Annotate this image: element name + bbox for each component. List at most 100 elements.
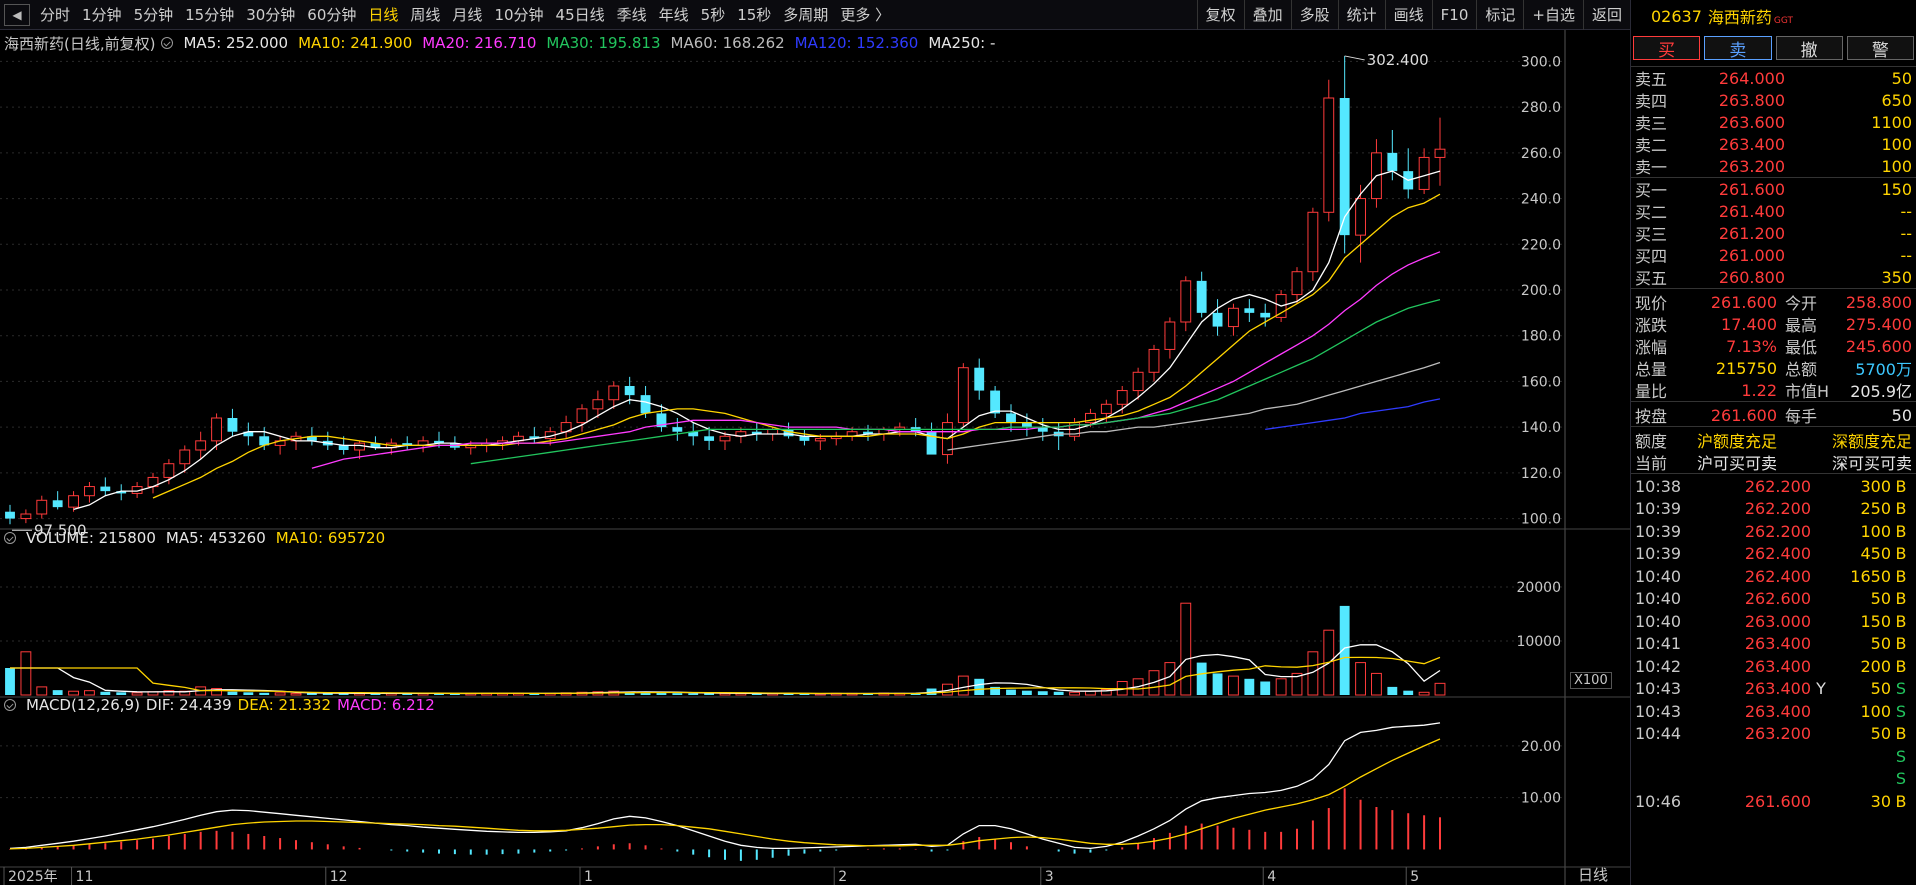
level-label: 买一: [1635, 181, 1668, 200]
bid-row[interactable]: 买三 261.200 --: [1631, 222, 1916, 245]
timeframe-tab[interactable]: 1分钟: [76, 4, 128, 25]
candle-body-up: [163, 463, 175, 478]
timeframe-tab[interactable]: 分时: [34, 4, 76, 25]
price-tick-label: 300.0: [1521, 54, 1561, 70]
tick-side: B: [1895, 521, 1907, 541]
toolbar-tool-button[interactable]: +自选: [1523, 0, 1583, 30]
current-label: 现价: [1635, 294, 1668, 313]
level-label: 卖四: [1635, 92, 1668, 111]
trade-actions: 买 卖 撤 警: [1631, 32, 1916, 66]
price-tick-label: 180.0: [1521, 329, 1561, 345]
macd-tick-label: 20.00: [1521, 739, 1561, 755]
ask-row[interactable]: 卖五 264.000 50: [1631, 67, 1916, 90]
candle-body-down: [704, 436, 715, 441]
bid-row[interactable]: 买二 261.400 --: [1631, 200, 1916, 223]
tick-price: 262.200: [1744, 521, 1811, 541]
buy-button[interactable]: 买: [1633, 36, 1701, 61]
toolbar-tool-button[interactable]: 返回: [1582, 0, 1630, 30]
amount-label: 总额: [1785, 360, 1818, 379]
tick-list[interactable]: 10:38 262.200 300 B 10:39 262.200 250 B 10:39 262…: [1631, 473, 1916, 813]
tick-side: B: [1895, 611, 1907, 631]
tick-time: 10:39: [1635, 544, 1682, 564]
timeframe-tab[interactable]: 更多 〉: [834, 4, 896, 25]
candle-body-up: [1148, 348, 1160, 373]
level-price: 261.000: [1718, 245, 1785, 265]
timeframe-tab[interactable]: 60分钟: [301, 4, 362, 25]
volume-ma10-line: [10, 656, 1441, 695]
tick-volume: 50: [1870, 724, 1891, 744]
toolbar-tool-button[interactable]: 复权: [1196, 0, 1244, 30]
tick-time: 10:40: [1635, 566, 1682, 586]
candle-body-up: [195, 440, 207, 451]
tick-side: B: [1895, 724, 1907, 744]
toolbar-tool-button[interactable]: F10: [1431, 0, 1477, 30]
timeframe-tab[interactable]: 45日线: [550, 4, 611, 25]
toolbar-tool-button[interactable]: 画线: [1384, 0, 1432, 30]
mcap-value: 205.9亿: [1850, 382, 1912, 401]
timeframe-tab[interactable]: 5秒: [695, 4, 732, 25]
bid-row[interactable]: 买五 260.800 350: [1631, 266, 1916, 289]
macd-dea-line: [9, 738, 1441, 850]
low-price: 245.600: [1845, 336, 1912, 356]
ask-row[interactable]: 卖二 263.400 100: [1631, 133, 1916, 156]
bid-row[interactable]: 买四 261.000 --: [1631, 244, 1916, 267]
candle-body-up: [1164, 321, 1176, 350]
volume-bar-down: [243, 692, 254, 695]
ask-row[interactable]: 卖三 263.600 1100: [1631, 111, 1916, 134]
level-price: 263.200: [1718, 156, 1785, 176]
ask-row[interactable]: 卖四 263.800 650: [1631, 89, 1916, 112]
timeframe-tab[interactable]: 多周期: [777, 4, 834, 25]
timeframe-tab[interactable]: 年线: [653, 4, 695, 25]
candle-body-up: [1116, 390, 1128, 405]
volume-tick-label: 10000: [1516, 634, 1561, 650]
volume-bar-up: [84, 690, 95, 696]
toolbar-tool-button[interactable]: 叠加: [1243, 0, 1291, 30]
timeframe-tab[interactable]: 10分钟: [488, 4, 549, 25]
candle-body-down: [1387, 152, 1398, 172]
timeframe-tab[interactable]: 季线: [611, 4, 653, 25]
ask-row[interactable]: 卖一 263.200 100: [1631, 155, 1916, 178]
stock-code: 02637: [1651, 6, 1702, 26]
candle-body-up: [1323, 97, 1335, 213]
bid-row[interactable]: 买一 261.600 150: [1631, 178, 1916, 201]
auction-label: 按盘: [1635, 407, 1668, 426]
macd-tick-label: 10.00: [1521, 791, 1561, 807]
alert-button[interactable]: 警: [1846, 36, 1914, 61]
candle-body-down: [990, 390, 1001, 414]
sell-button[interactable]: 卖: [1704, 36, 1772, 61]
candle-body-up: [957, 367, 969, 424]
level-label: 买二: [1635, 203, 1668, 222]
toolbar-tool-button[interactable]: 统计: [1337, 0, 1385, 30]
date-tick-label: 12: [330, 869, 348, 885]
timeframe-tab[interactable]: 15分钟: [179, 4, 240, 25]
timeframe-tab[interactable]: 15秒: [731, 4, 777, 25]
stock-chart-app: ◀ 分时 1分钟 5分钟 15分钟 30分钟 60分钟 日线 周线 月线 10分钟 45日线 季线 年线…: [0, 0, 1916, 885]
timeframe-tab[interactable]: 5分钟: [128, 4, 180, 25]
tick-row: S: [1631, 745, 1916, 768]
toolbar-tool-button[interactable]: 多股: [1290, 0, 1338, 30]
volume-bar-up: [68, 690, 79, 696]
volume-unit: X100: [1570, 672, 1612, 689]
quota-label: 额度: [1635, 432, 1668, 451]
candle-body-up: [1307, 211, 1319, 273]
volume-bar-down: [1006, 689, 1016, 695]
collapse-button[interactable]: ◀: [4, 3, 30, 26]
volume-bar-up: [290, 692, 302, 696]
candle-body-up: [767, 428, 779, 435]
tick-price: 262.200: [1744, 499, 1811, 519]
volume-bar-up: [20, 651, 32, 696]
high-label: 最高: [1785, 316, 1818, 335]
open-price: 258.800: [1845, 292, 1912, 312]
candle-body-up: [608, 385, 620, 401]
tick-row: 10:39 262.200 100 B: [1631, 520, 1916, 543]
cancel-order-button[interactable]: 撤: [1775, 36, 1843, 61]
timeframe-tab[interactable]: 周线: [404, 4, 446, 25]
timeframe-tab[interactable]: 日线: [362, 4, 404, 25]
timeframe-tab[interactable]: 30分钟: [240, 4, 301, 25]
tick-volume: 150: [1860, 611, 1891, 631]
timeframe-tab[interactable]: 月线: [446, 4, 488, 25]
candle-body-down: [624, 386, 635, 396]
toolbar-tool-button[interactable]: 标记: [1476, 0, 1523, 30]
price-tick-label: 200.0: [1521, 283, 1561, 299]
kline-chart[interactable]: 300.0 280.0 260.0 240.0 220.0 200.0 180.0 160.0…: [0, 30, 1630, 885]
